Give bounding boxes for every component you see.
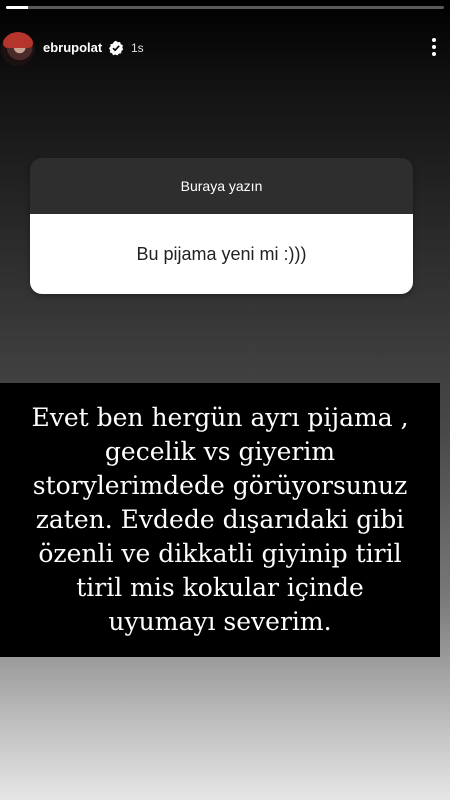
answer-line: gecelik vs giyerim [104, 437, 336, 466]
avatar[interactable] [1, 32, 35, 66]
story-progress-fill [6, 6, 28, 9]
answer-line: storylerimdede görüyorsunuz [32, 471, 408, 500]
question-prompt: Buraya yazın [30, 158, 413, 214]
story-progress-track [6, 6, 444, 9]
question-text: Bu pijama yeni mi :))) [30, 214, 413, 294]
answer-line: uyumayı severim. [108, 607, 332, 636]
answer-line: özenli ve dikkatli giyinip tiril [38, 539, 402, 568]
answer-line: zaten. Evdede dışarıdaki gibi [35, 505, 405, 534]
story-progress-bar [6, 6, 444, 9]
story-header: ebrupolat 1s [0, 30, 450, 70]
answer-line: tiril mis kokular içinde [76, 573, 364, 602]
post-time: 1s [131, 41, 144, 55]
username[interactable]: ebrupolat [43, 40, 102, 55]
verified-badge-icon [108, 40, 124, 56]
answer-text-block: Evet ben hergün ayrı pijama , gecelik vs… [0, 383, 440, 657]
question-sticker[interactable]: Buraya yazın Bu pijama yeni mi :))) [30, 158, 413, 294]
answer-line: Evet ben hergün ayrı pijama , [31, 403, 409, 432]
more-vertical-icon[interactable] [430, 38, 438, 60]
